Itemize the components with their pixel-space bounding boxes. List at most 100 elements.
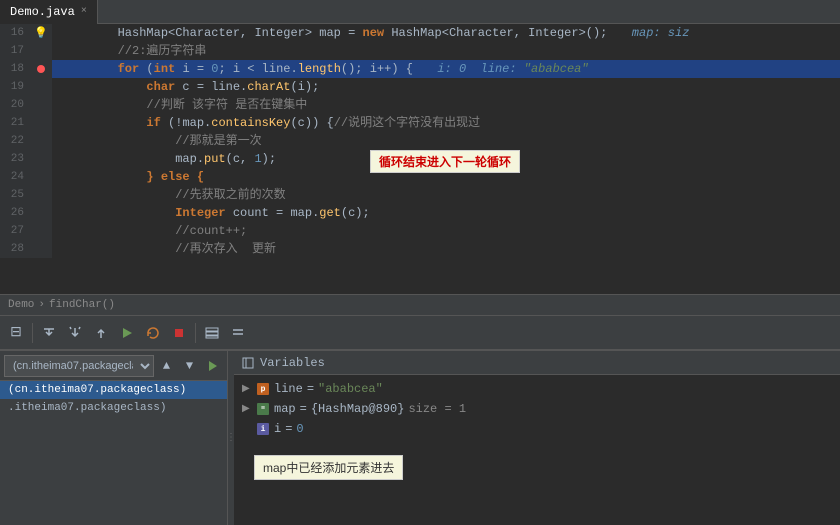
editor-area: 16 💡 HashMap<Character, Integer> map = n…	[0, 24, 840, 294]
line-number-23: 23	[0, 150, 30, 168]
toolbar-frames-btn[interactable]	[200, 321, 224, 345]
thread-name-0: (cn.itheima07.packageclass)	[8, 384, 186, 396]
line-number-19: 19	[0, 78, 30, 96]
var-icon-map: ≡	[256, 402, 270, 416]
line-content-22: //那就是第一次	[52, 132, 840, 150]
line-number-17: 17	[0, 42, 30, 60]
gutter-16: 💡	[30, 24, 52, 42]
var-icon-p: p	[256, 382, 270, 396]
thread-nav-up[interactable]: ▲	[156, 354, 177, 378]
toolbar-step-into-btn[interactable]	[63, 321, 87, 345]
line-content-19: char c = line.charAt(i);	[52, 78, 840, 96]
var-toggle-line[interactable]: ▶	[242, 383, 256, 395]
line-number-27: 27	[0, 222, 30, 240]
gutter-20	[30, 96, 52, 114]
toolbar-stop-btn[interactable]	[167, 321, 191, 345]
breadcrumb-sep: ›	[38, 299, 45, 311]
code-line-27: 27 //count++;	[0, 222, 840, 240]
line-content-26: Integer count = map.get(c);	[52, 204, 840, 222]
toolbar-layout-btn[interactable]: ⊟	[4, 321, 28, 345]
breakpoint-18	[37, 65, 45, 73]
line-number-18: 18	[0, 60, 30, 78]
gutter-24	[30, 168, 52, 186]
code-line-28: 28 //再次存入 更新	[0, 240, 840, 258]
code-line-17: 17 //2:遍历字符串	[0, 42, 840, 60]
code-line-22: 22 //那就是第一次	[0, 132, 840, 150]
gutter-25	[30, 186, 52, 204]
code-line-16: 16 💡 HashMap<Character, Integer> map = n…	[0, 24, 840, 42]
gutter-23	[30, 150, 52, 168]
icon-map: ≡	[257, 403, 269, 415]
gutter-19	[30, 78, 52, 96]
var-row-i[interactable]: i i = 0	[234, 419, 840, 439]
thread-item-1[interactable]: .itheima07.packageclass)	[0, 399, 227, 417]
var-name-i: i	[274, 422, 281, 436]
line-content-28: //再次存入 更新	[52, 240, 840, 258]
toolbar-threads-btn[interactable]	[226, 321, 250, 345]
code-line-19: 19 char c = line.charAt(i);	[0, 78, 840, 96]
variables-panel-header: Variables	[234, 351, 840, 375]
icon-p: p	[257, 383, 269, 395]
thread-toolbar: (cn.itheima07.packageclass).itheima07.pa…	[0, 351, 227, 381]
line-number-16: 16	[0, 24, 30, 42]
line-content-27: //count++;	[52, 222, 840, 240]
var-size-map: size = 1	[408, 402, 466, 416]
variables-icon	[242, 357, 254, 369]
line-content-25: //先获取之前的次数	[52, 186, 840, 204]
thread-name-1: .itheima07.packageclass)	[8, 402, 166, 414]
gutter-27	[30, 222, 52, 240]
var-eq-line: =	[307, 382, 314, 396]
breadcrumb-method: findChar()	[49, 299, 115, 311]
toolbar-step-over-btn[interactable]	[37, 321, 61, 345]
line-content-17: //2:遍历字符串	[52, 42, 840, 60]
toolbar-rerun-btn[interactable]	[141, 321, 165, 345]
bottom-panel: (cn.itheima07.packageclass) .itheima07.pa…	[0, 350, 840, 525]
var-val-line: "ababcea"	[318, 382, 383, 396]
gutter-26	[30, 204, 52, 222]
tab-close-icon[interactable]: ×	[81, 6, 87, 17]
line-number-26: 26	[0, 204, 30, 222]
code-line-20: 20 //判断 该字符 是否在键集中	[0, 96, 840, 114]
toolbar-sep-2	[195, 323, 196, 343]
breadcrumb-class: Demo	[8, 299, 34, 311]
var-val-i: 0	[296, 422, 303, 436]
line-content-20: //判断 该字符 是否在键集中	[52, 96, 840, 114]
toolbar-run-to-cursor-btn[interactable]	[115, 321, 139, 345]
gutter-22	[30, 132, 52, 150]
thread-item-0[interactable]: (cn.itheima07.packageclass)	[0, 381, 227, 399]
code-line-21: 21 if (!map.containsKey(c)) {//说明这个字符没有出…	[0, 114, 840, 132]
code-line-24: 24 } else {	[0, 168, 840, 186]
var-name-line: line	[274, 382, 303, 396]
gutter-21	[30, 114, 52, 132]
gutter-17	[30, 42, 52, 60]
variables-content: ▶ p line = "ababcea" ▶ ≡ map = {HashMap@…	[234, 375, 840, 525]
line-content-21: if (!map.containsKey(c)) {//说明这个字符没有出现过	[52, 114, 840, 132]
var-val-map: {HashMap@890}	[311, 402, 405, 416]
code-line-25: 25 //先获取之前的次数	[0, 186, 840, 204]
var-row-map[interactable]: ▶ ≡ map = {HashMap@890} size = 1	[234, 399, 840, 419]
var-row-line[interactable]: ▶ p line = "ababcea"	[234, 379, 840, 399]
variables-tooltip: map中已经添加元素进去	[254, 455, 403, 480]
line-number-21: 21	[0, 114, 30, 132]
lightbulb-icon: 💡	[34, 26, 48, 40]
tab-demo-java[interactable]: Demo.java ×	[0, 0, 98, 24]
variables-label: Variables	[260, 356, 325, 370]
thread-nav-down[interactable]: ▼	[179, 354, 200, 378]
tab-filename: Demo.java	[10, 5, 75, 19]
toolbar-step-out-btn[interactable]	[89, 321, 113, 345]
thread-panel: (cn.itheima07.packageclass) .itheima07.pa…	[0, 351, 228, 525]
line-number-22: 22	[0, 132, 30, 150]
line-number-28: 28	[0, 240, 30, 258]
thread-dropdown[interactable]: (cn.itheima07.packageclass).itheima07.pa…	[4, 355, 154, 377]
var-toggle-map[interactable]: ▶	[242, 403, 256, 415]
var-name-map: map	[274, 402, 296, 416]
code-line-26: 26 Integer count = map.get(c);	[0, 204, 840, 222]
thread-resume-btn[interactable]	[202, 354, 223, 378]
var-eq-map: =	[300, 402, 307, 416]
thread-list: (cn.itheima07.packageclass) .itheima07.p…	[0, 381, 227, 525]
line-number-24: 24	[0, 168, 30, 186]
line-number-20: 20	[0, 96, 30, 114]
var-eq-i: =	[285, 422, 292, 436]
breadcrumb-bar: Demo › findChar()	[0, 294, 840, 316]
code-line-18: 18 for (int i = 0; i < line.length(); i+…	[0, 60, 840, 78]
